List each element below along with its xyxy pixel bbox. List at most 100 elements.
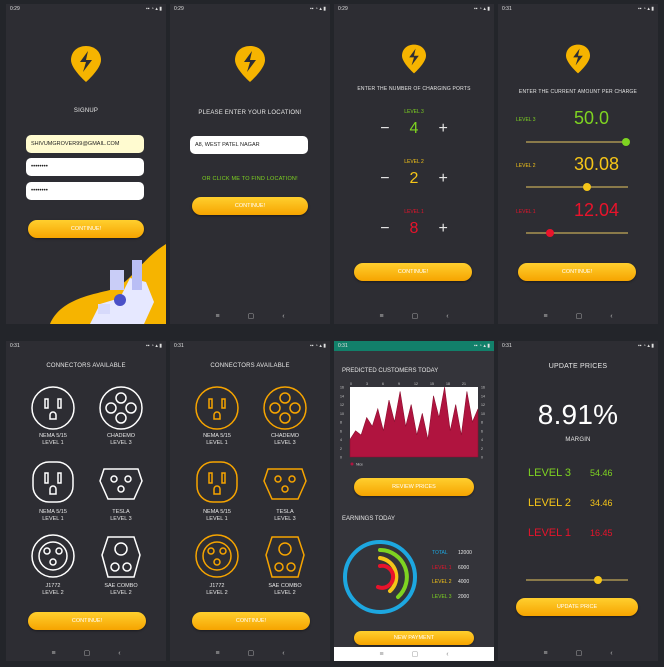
level3-slider-knob[interactable] bbox=[622, 138, 630, 146]
back-icon[interactable]: ‹ bbox=[610, 313, 612, 320]
y-tick-label: 14 bbox=[481, 394, 485, 398]
connector-icon[interactable] bbox=[98, 385, 144, 431]
continue-button[interactable]: CONTINUE! bbox=[192, 612, 310, 630]
level2-count: 2 bbox=[409, 170, 419, 187]
connector-name: J1772 bbox=[45, 583, 61, 589]
level3-slider[interactable] bbox=[526, 138, 630, 146]
connector-icon[interactable] bbox=[98, 533, 144, 579]
menu-icon[interactable]: ≡ bbox=[51, 650, 55, 657]
back-icon[interactable]: ‹ bbox=[446, 651, 448, 658]
menu-icon[interactable]: ≡ bbox=[543, 313, 547, 320]
connector-icon[interactable] bbox=[98, 459, 144, 505]
connector-icon[interactable] bbox=[30, 459, 76, 505]
home-icon[interactable]: ▢ bbox=[248, 649, 255, 657]
menu-icon[interactable]: ≡ bbox=[379, 651, 383, 658]
level1-slider-knob[interactable] bbox=[546, 229, 554, 237]
y-tick-label: 12 bbox=[340, 403, 344, 407]
home-icon[interactable]: ▢ bbox=[412, 650, 419, 658]
app-logo-icon bbox=[402, 44, 426, 74]
status-time: 0:31 bbox=[10, 343, 20, 349]
review-prices-button[interactable]: REVIEW PRICES bbox=[354, 478, 474, 496]
menu-icon[interactable]: ≡ bbox=[543, 650, 547, 657]
home-icon[interactable]: ▢ bbox=[576, 649, 583, 657]
connector-icon[interactable] bbox=[262, 459, 308, 505]
minus-button[interactable]: − bbox=[380, 220, 389, 238]
minus-button[interactable]: − bbox=[380, 170, 389, 188]
legend-marker bbox=[350, 462, 354, 466]
connectors-selected-screen: 0:31 ▪▪ ◔ ▴ ▮ CONNECTORS AVAILABLE CONTIN… bbox=[170, 341, 330, 661]
menu-icon[interactable]: ≡ bbox=[215, 650, 219, 657]
earnings-value: 12000 bbox=[458, 550, 472, 556]
level3-price-row: LEVEL 3 54.46 bbox=[528, 467, 613, 479]
page-title: CONNECTORS AVAILABLE bbox=[210, 363, 290, 369]
home-icon[interactable]: ▢ bbox=[412, 312, 419, 320]
plus-button[interactable]: + bbox=[438, 220, 447, 238]
status-bar: 0:29 ▪▪ ◔ ▴ ▮ bbox=[334, 4, 494, 14]
back-icon[interactable]: ‹ bbox=[446, 313, 448, 320]
location-input[interactable]: A8, WEST PATEL NAGAR bbox=[190, 136, 308, 154]
status-time: 0:31 bbox=[338, 343, 348, 349]
connector-icon[interactable] bbox=[30, 533, 76, 579]
connector-icon[interactable] bbox=[194, 385, 240, 431]
continue-button[interactable]: CONTINUE! bbox=[192, 197, 308, 215]
y-tick-label: 0 bbox=[340, 456, 342, 460]
page-title: ENTER THE CURRENT AMOUNT PER CHARGE bbox=[518, 89, 638, 95]
connector-icon[interactable] bbox=[262, 385, 308, 431]
minus-button[interactable]: − bbox=[380, 120, 389, 138]
connector-label: SAE COMBO LEVEL 2 bbox=[255, 583, 315, 597]
connector-name: NEMA 5/15 bbox=[39, 433, 67, 439]
new-payment-button[interactable]: NEW PAYMENT bbox=[354, 631, 474, 645]
continue-button[interactable]: CONTINUE! bbox=[354, 263, 472, 281]
margin-label: MARGIN bbox=[565, 437, 591, 443]
connector-icon[interactable] bbox=[262, 533, 308, 579]
connector-name: TESLA bbox=[112, 509, 130, 515]
confirm-password-field[interactable]: •••••••• bbox=[26, 182, 144, 200]
connector-icon[interactable] bbox=[194, 533, 240, 579]
level1-slider[interactable] bbox=[526, 229, 628, 237]
app-logo-icon bbox=[235, 46, 265, 82]
find-location-link[interactable]: OR CLICK ME TO FIND LOCATION! bbox=[170, 176, 330, 182]
menu-icon[interactable]: ≡ bbox=[379, 313, 383, 320]
email-field[interactable]: SHIVUMGROVER99@GMAIL.COM bbox=[26, 135, 144, 153]
x-tick-label: 6 bbox=[382, 382, 384, 386]
level2-price-row: LEVEL 2 34.46 bbox=[528, 497, 613, 509]
back-icon[interactable]: ‹ bbox=[282, 650, 284, 657]
connector-name: SAE COMBO bbox=[104, 583, 138, 589]
app-logo-icon bbox=[71, 46, 101, 82]
continue-button[interactable]: CONTINUE! bbox=[28, 612, 146, 630]
level2-slider[interactable] bbox=[526, 183, 628, 191]
back-icon[interactable]: ‹ bbox=[610, 650, 612, 657]
connector-level: LEVEL 1 bbox=[42, 516, 64, 522]
margin-slider[interactable] bbox=[526, 576, 628, 584]
connector-icon[interactable] bbox=[194, 459, 240, 505]
location-screen: 0:29 ▪▪ ◔ ▴ ▮ PLEASE ENTER YOUR LOCATION!… bbox=[170, 4, 330, 324]
connector-icon[interactable] bbox=[30, 385, 76, 431]
connector-level: LEVEL 2 bbox=[42, 590, 64, 596]
earnings-list: TOTAL 12000 LEVEL 1 6000 LEVEL 2 4000 LEVEL… bbox=[432, 546, 472, 604]
status-time: 0:29 bbox=[10, 6, 20, 12]
status-bar: 0:31 ▪▪ ◔ ▴ ▮ bbox=[498, 4, 658, 14]
back-icon[interactable]: ‹ bbox=[282, 313, 284, 320]
home-icon[interactable]: ▢ bbox=[248, 312, 255, 320]
x-tick-label: 21 bbox=[462, 382, 466, 386]
menu-icon[interactable]: ≡ bbox=[215, 313, 219, 320]
y-tick-label: 10 bbox=[481, 412, 485, 416]
nav-bar: ≡ ▢ ‹ bbox=[334, 308, 494, 324]
continue-button[interactable]: CONTINUE! bbox=[28, 220, 144, 238]
password-field[interactable]: •••••••• bbox=[26, 158, 144, 176]
connector-label: J1772 LEVEL 2 bbox=[23, 583, 83, 597]
home-icon[interactable]: ▢ bbox=[84, 649, 91, 657]
home-icon[interactable]: ▢ bbox=[576, 312, 583, 320]
back-icon[interactable]: ‹ bbox=[118, 650, 120, 657]
connector-label: NEMA 5/15 LEVEL 1 bbox=[187, 433, 247, 447]
earnings-row: LEVEL 2 4000 bbox=[432, 575, 472, 590]
update-price-button[interactable]: UPDATE PRICE bbox=[516, 598, 638, 616]
plus-button[interactable]: + bbox=[438, 170, 447, 188]
connector-name: NEMA 5/15 bbox=[203, 509, 231, 515]
level3-amount: 50.0 bbox=[574, 108, 610, 128]
margin-slider-knob[interactable] bbox=[594, 576, 602, 584]
plus-button[interactable]: + bbox=[438, 120, 447, 138]
continue-button[interactable]: CONTINUE! bbox=[518, 263, 636, 281]
status-icons: ▪▪ ◔ ▴ ▮ bbox=[146, 6, 162, 12]
level2-slider-knob[interactable] bbox=[583, 183, 591, 191]
